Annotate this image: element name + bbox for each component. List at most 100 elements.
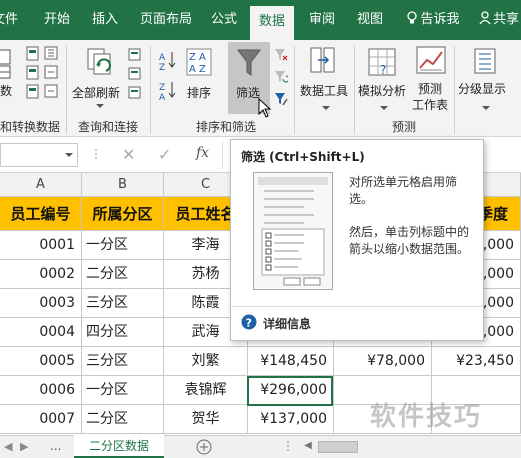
name-box[interactable] (0, 143, 78, 167)
cell-employee-id[interactable]: 0006 (0, 376, 82, 405)
filter-button-label: 筛选 (236, 86, 261, 100)
get-data-icon (0, 48, 16, 83)
scroll-dots-icon: ⋮ (282, 439, 294, 453)
cell-employee-name[interactable]: 刘繁 (164, 347, 248, 376)
ribbon-body: 数 和转换数据 全部刷新 查询和连接 AZZA Z AA Z 排序 筛选 排序和… (0, 40, 521, 137)
chevron-down-icon (96, 98, 104, 112)
refresh-all-icon[interactable] (84, 46, 118, 83)
cell-amount-d[interactable]: ¥137,000 (248, 405, 334, 434)
svg-text:A Z: A Z (189, 64, 206, 75)
help-icon[interactable]: ? (241, 314, 257, 333)
tab-page-layout[interactable]: 页面布局 (134, 0, 198, 40)
chevron-down-icon (322, 100, 330, 114)
tooltip-desc-2: 然后，单击列标题中的箭头以缩小数据范围。 (349, 225, 470, 256)
sort-dialog-icon[interactable]: Z AA Z (186, 48, 212, 79)
forecast-sheet-label-2[interactable]: 工作表 (412, 96, 448, 113)
reapply-icon[interactable] (274, 70, 290, 87)
cancel-entry-icon[interactable]: ✕ (122, 145, 135, 164)
scroll-left-icon[interactable]: ◀ (4, 440, 12, 453)
svg-text:A: A (159, 93, 166, 103)
sheet-tab-bar: ◀ ▶ ... 二分区数据 ⋮ ◀ (0, 435, 521, 458)
add-sheet-icon[interactable] (196, 439, 212, 458)
group-label-forecast: 预测 (392, 120, 417, 134)
outline-button[interactable]: 分级显示 (458, 80, 506, 97)
outline-icon[interactable] (474, 48, 496, 77)
get-data-label[interactable]: 数 (0, 82, 12, 99)
sort-az-icon[interactable]: AZZA (159, 50, 177, 109)
sort-button[interactable]: 排序 (187, 84, 211, 101)
tooltip-desc-1: 对所选单元格启用筛选。 (349, 175, 458, 206)
tooltip-more-info-link[interactable]: 详细信息 (263, 315, 311, 332)
svg-text:Z: Z (159, 63, 165, 73)
confirm-entry-icon[interactable]: ✓ (158, 145, 171, 164)
chevron-down-icon (65, 153, 73, 157)
advanced-filter-icon[interactable] (274, 92, 288, 109)
group-separator (454, 46, 455, 134)
group-label-get-transform: 和转换数据 (0, 120, 61, 134)
cell-employee-name[interactable]: 贺华 (164, 405, 248, 434)
cell-employee-id[interactable]: 0007 (0, 405, 82, 434)
tab-review[interactable]: 审阅 (302, 0, 342, 40)
cell-amount-f[interactable]: ¥23,450 (432, 347, 521, 376)
filter-tooltip: 筛选 (Ctrl+Shift+L) 对所选单元格启用筛选。 然后，单击列标题中的… (230, 139, 484, 341)
header-cell-employee-id[interactable]: 员工编号 (0, 197, 82, 231)
data-tools-icon[interactable] (310, 46, 336, 77)
tab-data[interactable]: 数据 (250, 6, 294, 40)
group-separator (354, 46, 355, 134)
more-sheets-button[interactable]: ... (50, 439, 61, 453)
tab-insert[interactable]: 插入 (84, 0, 126, 40)
forecast-sheet-label-1[interactable]: 预测 (418, 80, 442, 97)
tab-home[interactable]: 开始 (36, 0, 78, 40)
sheet-tab-active[interactable]: 二分区数据 (74, 435, 164, 458)
column-header-b[interactable]: B (82, 173, 164, 197)
cell-amount-e[interactable]: ¥78,000 (334, 347, 432, 376)
more-dots-icon: ⋮ (90, 147, 102, 161)
lightbulb-icon (406, 0, 418, 40)
share-button[interactable]: 共享 (474, 0, 521, 40)
insert-function-button[interactable]: fx (196, 145, 209, 161)
funnel-icon (237, 49, 261, 76)
scroll-right-icon[interactable]: ▶ (20, 440, 28, 453)
what-if-button[interactable]: 模拟分析 (358, 82, 406, 99)
column-header-a[interactable]: A (0, 173, 82, 197)
horizontal-scrollbar-thumb[interactable] (318, 441, 358, 453)
what-if-icon[interactable]: ? (368, 48, 396, 79)
data-tools-button[interactable]: 数据工具 (300, 82, 348, 99)
cell-employee-id[interactable]: 0002 (0, 260, 82, 289)
cell-amount-d[interactable]: ¥148,450 (248, 347, 334, 376)
cell-district[interactable]: 一分区 (82, 231, 164, 260)
cell-district[interactable]: 二分区 (82, 405, 164, 434)
svg-text:A: A (159, 53, 166, 63)
svg-text:?: ? (246, 317, 252, 330)
svg-text:Z: Z (159, 83, 165, 93)
cell-employee-id[interactable]: 0003 (0, 289, 82, 318)
group-label-sort-filter: 排序和筛选 (196, 120, 257, 134)
cell-employee-id[interactable]: 0004 (0, 318, 82, 347)
chevron-down-icon (380, 100, 388, 114)
cell-district[interactable]: 三分区 (82, 347, 164, 376)
header-cell-district[interactable]: 所属分区 (82, 197, 164, 231)
recent-sources-icon[interactable] (44, 46, 60, 103)
tab-formulas[interactable]: 公式 (204, 0, 244, 40)
queries-connections-icon[interactable] (128, 48, 142, 103)
from-text-icon[interactable] (26, 46, 40, 103)
group-label-queries: 查询和连接 (78, 120, 139, 134)
cell-district[interactable]: 三分区 (82, 289, 164, 318)
hscroll-left-icon[interactable]: ◀ (300, 440, 316, 454)
cell-district[interactable]: 一分区 (82, 376, 164, 405)
tell-me-box[interactable]: 告诉我 (402, 0, 464, 40)
cell-employee-name[interactable]: 袁锦辉 (164, 376, 248, 405)
clear-filter-icon[interactable] (274, 48, 288, 65)
cell-employee-id[interactable]: 0001 (0, 231, 82, 260)
cell-district[interactable]: 二分区 (82, 260, 164, 289)
svg-text:?: ? (380, 63, 386, 76)
filter-preview-thumbnail (253, 172, 333, 290)
group-separator (66, 46, 67, 134)
chevron-down-icon (482, 100, 490, 114)
forecast-sheet-icon[interactable] (416, 46, 446, 79)
cell-district[interactable]: 四分区 (82, 318, 164, 347)
tooltip-title: 筛选 (Ctrl+Shift+L) (241, 150, 365, 164)
tab-file[interactable]: 文件 (0, 0, 26, 40)
cell-employee-id[interactable]: 0005 (0, 347, 82, 376)
tab-view[interactable]: 视图 (350, 0, 390, 40)
